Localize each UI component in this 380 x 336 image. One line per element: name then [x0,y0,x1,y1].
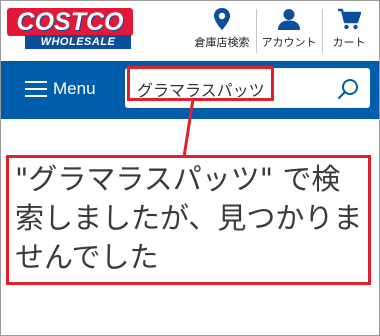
logo-tagline: WHOLESALE [25,35,131,49]
account-label: アカウント [261,36,317,49]
nav-bar: Menu [1,61,379,119]
warehouse-locator-label: 倉庫店検索 [194,36,250,49]
menu-label: Menu [53,79,96,98]
cart-label: カート [332,36,366,49]
costco-logo[interactable]: COSTCO WHOLESALE [7,8,133,50]
user-icon [278,9,300,30]
search-input[interactable] [137,76,327,102]
hamburger-icon [25,81,47,97]
cart-button[interactable]: カート [325,7,373,57]
menu-button[interactable]: Menu [25,73,96,105]
header-divider [322,9,323,53]
warehouse-locator-button[interactable]: 倉庫店検索 [185,7,259,57]
annotation-callout: "グラマラスパッツ" で検索しましたが、見つかりませんでした [6,155,371,285]
logo-wordmark: COSTCO [7,8,133,36]
top-header: COSTCO WHOLESALE 倉庫店検索 アカウント カート [1,1,379,61]
account-button[interactable]: アカウント [257,7,321,57]
search-box [125,68,370,108]
search-icon [337,79,358,100]
no-results-message: "グラマラスパッツ" で検索しましたが、見つかりませんでした [15,162,363,274]
screenshot-frame: COSTCO WHOLESALE 倉庫店検索 アカウント カート Menu グラ… [0,0,380,336]
search-button[interactable] [336,77,360,101]
location-pin-icon [214,8,230,30]
cart-icon [338,8,361,30]
